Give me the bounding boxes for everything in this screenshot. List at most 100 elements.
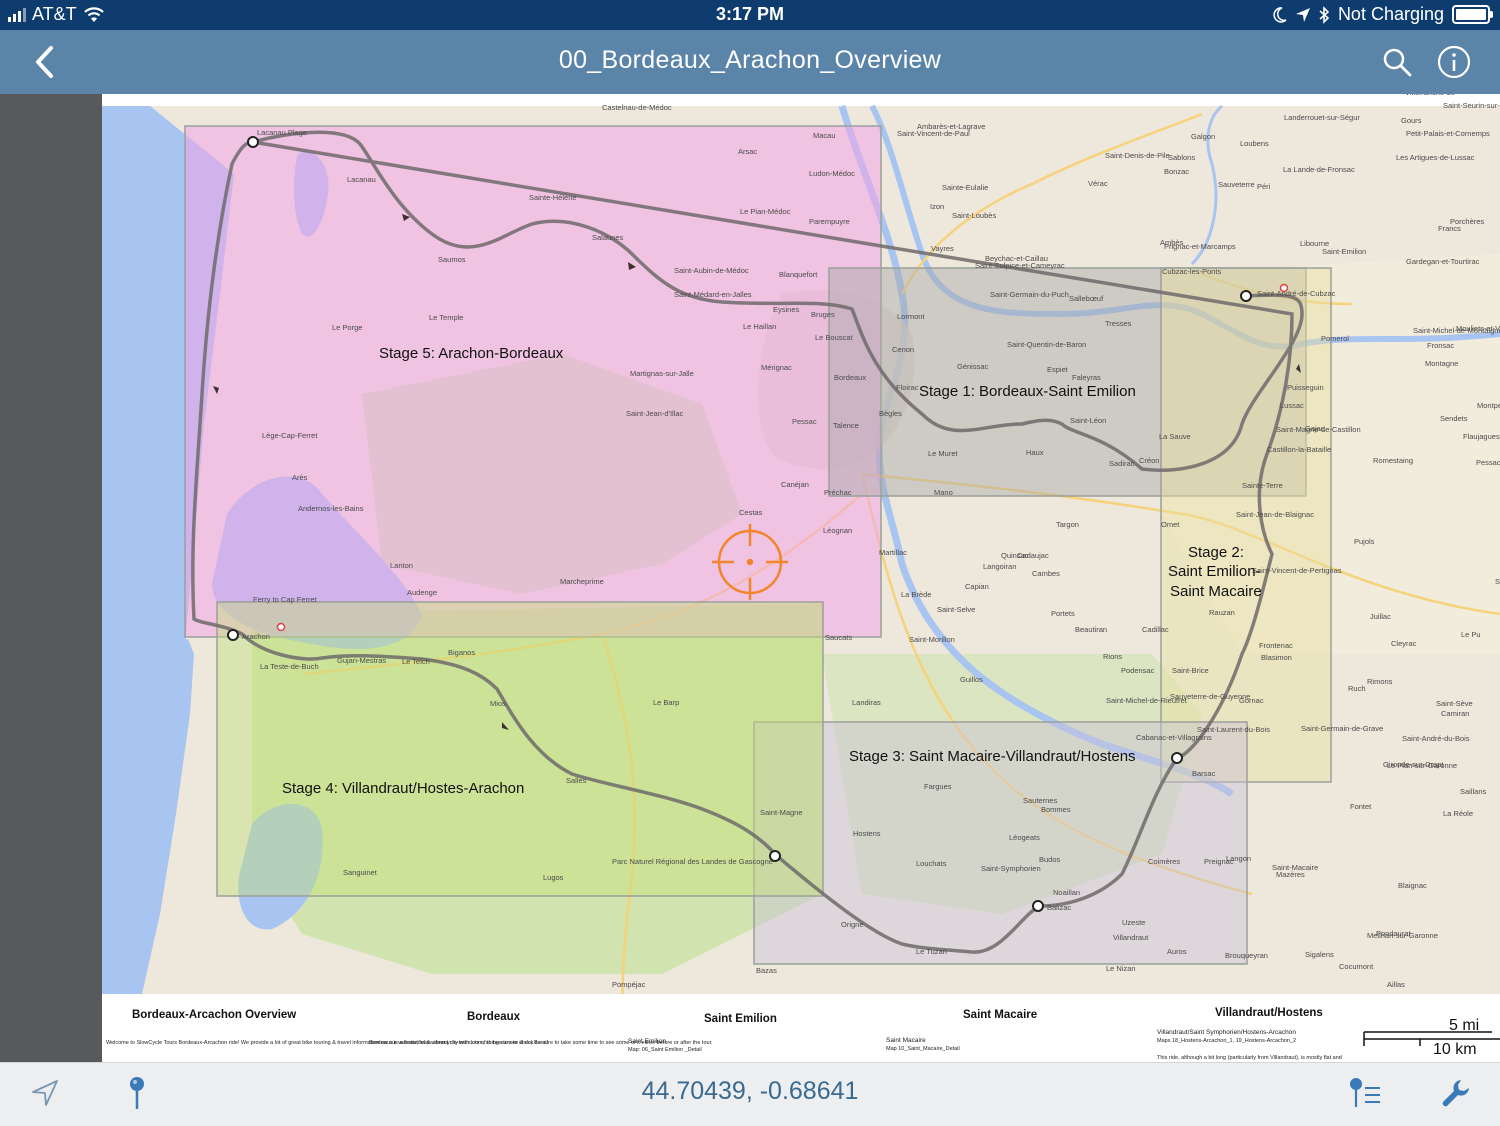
- place-label: Saint-André-de-Cubzac: [1257, 289, 1336, 298]
- place-label: Saint-Jean-d'Illac: [626, 409, 684, 418]
- place-label: Sainte-Eulalie: [942, 183, 988, 192]
- place-label: Castelnau-de-Médoc: [602, 103, 672, 112]
- place-label: Pessac-sur-Dordogne: [1476, 458, 1500, 467]
- legend-villandraut-text: Villandraut/Saint Symphorien/Hostens-Arc…: [1157, 1029, 1296, 1036]
- place-label: La Teste-de-Buch: [260, 662, 319, 671]
- place-label: Sainte-F: [1495, 577, 1500, 586]
- search-icon: [1383, 48, 1412, 77]
- place-label: Quinsac: [1001, 551, 1029, 560]
- legend-saint-emilion-sub: Map: 06_Saint Emilion _Detail: [628, 1047, 702, 1053]
- place-label: Lussac: [1280, 401, 1304, 410]
- place-label: Brouqueyran: [1225, 951, 1268, 960]
- place-label: Villandraut: [1113, 933, 1149, 942]
- place-label: Léognan: [823, 526, 852, 535]
- location-services-icon: [1295, 7, 1310, 22]
- place-label: Noaillan: [1053, 888, 1080, 897]
- place-label: Saint-Symphorien: [981, 864, 1041, 873]
- place-label: Le Barp: [653, 698, 679, 707]
- place-label: La Sauve: [1159, 432, 1191, 441]
- pin-list-button[interactable]: [1345, 1073, 1385, 1113]
- place-label: Lanton: [390, 561, 413, 570]
- place-label: Aillas: [1387, 980, 1405, 989]
- place-label: Cenon: [892, 345, 914, 354]
- place-label: Le Nizan: [1106, 964, 1136, 973]
- place-label: Salles: [566, 776, 587, 785]
- place-label: Saucats: [825, 633, 852, 642]
- place-label: Hostens: [853, 829, 881, 838]
- stage-2-label-line3: Saint Macaire: [1170, 583, 1262, 600]
- place-label: Saint-Brice: [1172, 666, 1209, 675]
- place-label: Bègles: [879, 409, 902, 418]
- place-label: Fontet: [1350, 802, 1372, 811]
- place-label: Saint-Germain-du-Puch: [990, 290, 1069, 299]
- place-label: Lormont: [897, 312, 925, 321]
- info-button[interactable]: [1432, 40, 1476, 84]
- place-label: Gornac: [1239, 696, 1264, 705]
- place-label: Gironde-sur-Dropt: [1383, 760, 1444, 769]
- search-button[interactable]: [1375, 40, 1419, 84]
- legend-saint-macaire-text: Saint Macaire: [886, 1037, 926, 1044]
- place-label: Bordeaux: [834, 373, 866, 382]
- place-label: Gours: [1401, 116, 1422, 125]
- place-label: Saint-André-du-Bois: [1402, 734, 1470, 743]
- moon-icon: [1273, 6, 1287, 23]
- place-label: Uzeste: [1122, 918, 1145, 927]
- place-label: Parc Naturel Régional des Landes de Gasc…: [612, 857, 773, 866]
- place-label: Martignas-sur-Jalle: [630, 369, 694, 378]
- place-label: Omet: [1161, 520, 1180, 529]
- stage-4-area[interactable]: [216, 601, 824, 897]
- place-label: Saint-Quentin-de-Baron: [1007, 340, 1086, 349]
- place-label: Camiran: [1441, 709, 1469, 718]
- waypoint-circle-icon[interactable]: [247, 136, 259, 148]
- place-label: Eysines: [773, 305, 800, 314]
- map-view[interactable]: Castelnau-de-Médoc Lacanau Plage Lacanau Ar…: [102, 94, 1500, 1062]
- stage-5-area[interactable]: [184, 125, 882, 638]
- place-label: Origne: [841, 920, 864, 929]
- waypoint-circle-icon[interactable]: [1032, 900, 1044, 912]
- legend-villandraut-extra: This ride, although a bit long (particul…: [1157, 1055, 1342, 1061]
- info-icon: [1437, 45, 1471, 79]
- place-label: Arès: [292, 473, 308, 482]
- place-label: Landerrouet-sur-Ségur: [1284, 113, 1360, 122]
- place-label: Saillans: [1460, 787, 1487, 796]
- place-label: Espiet: [1047, 365, 1069, 374]
- place-label: Langoiran: [983, 562, 1016, 571]
- place-label: Guillos: [960, 675, 983, 684]
- place-label: Talence: [833, 421, 859, 430]
- place-label: Saint-Selve: [937, 605, 975, 614]
- place-label: Sigalens: [1305, 950, 1334, 959]
- place-label: Lacanau: [347, 175, 376, 184]
- waypoint-circle-icon[interactable]: [1171, 752, 1183, 764]
- bluetooth-icon: [1319, 5, 1330, 24]
- place-label: Cocumont: [1339, 962, 1374, 971]
- place-label: Saint-Médard-en-Jalles: [674, 290, 752, 299]
- map-canvas[interactable]: Castelnau-de-Médoc Lacanau Plage Lacanau Ar…: [102, 94, 1500, 1062]
- place-label: Cubzac-les-Ponts: [1162, 267, 1221, 276]
- place-label: Coimères: [1148, 857, 1180, 866]
- legend-saint-emilion-title: Saint Emilion: [704, 1013, 777, 1025]
- place-label: Sainte-Terre: [1242, 481, 1283, 490]
- place-label: Marcheprime: [560, 577, 604, 586]
- place-label: Le Tuzan: [916, 947, 947, 956]
- place-label: Mazères: [1276, 870, 1305, 879]
- place-label: La Lande-de-Fronsac: [1283, 165, 1355, 174]
- place-label: Blasimon: [1261, 653, 1292, 662]
- place-label: Bommes: [1041, 805, 1071, 814]
- place-label: Gajac: [1305, 424, 1325, 433]
- place-label: Saint-Jean-de-Blaignac: [1236, 510, 1314, 519]
- stage-5-label: Stage 5: Arachon-Bordeaux: [379, 345, 564, 362]
- place-label: Barsac: [1192, 769, 1216, 778]
- place-label: Lacanau Plage: [257, 128, 307, 137]
- scale-mi-label: 5 mi: [1449, 1017, 1479, 1034]
- place-label: Rimons: [1367, 677, 1393, 686]
- waypoint-circle-icon[interactable]: [227, 629, 239, 641]
- place-label: Cabanac-et-Villagrains: [1136, 733, 1212, 742]
- place-label: Juillac: [1370, 612, 1391, 621]
- place-label: Audenge: [407, 588, 437, 597]
- waypoint-circle-icon[interactable]: [1240, 290, 1252, 302]
- settings-button[interactable]: [1436, 1073, 1476, 1113]
- place-label: Auros: [1167, 947, 1187, 956]
- stage-3-label: Stage 3: Saint Macaire-Villandraut/Hoste…: [849, 748, 1136, 765]
- stage-2-label-line1: Stage 2:: [1188, 544, 1244, 561]
- place-label: Rauzan: [1209, 608, 1235, 617]
